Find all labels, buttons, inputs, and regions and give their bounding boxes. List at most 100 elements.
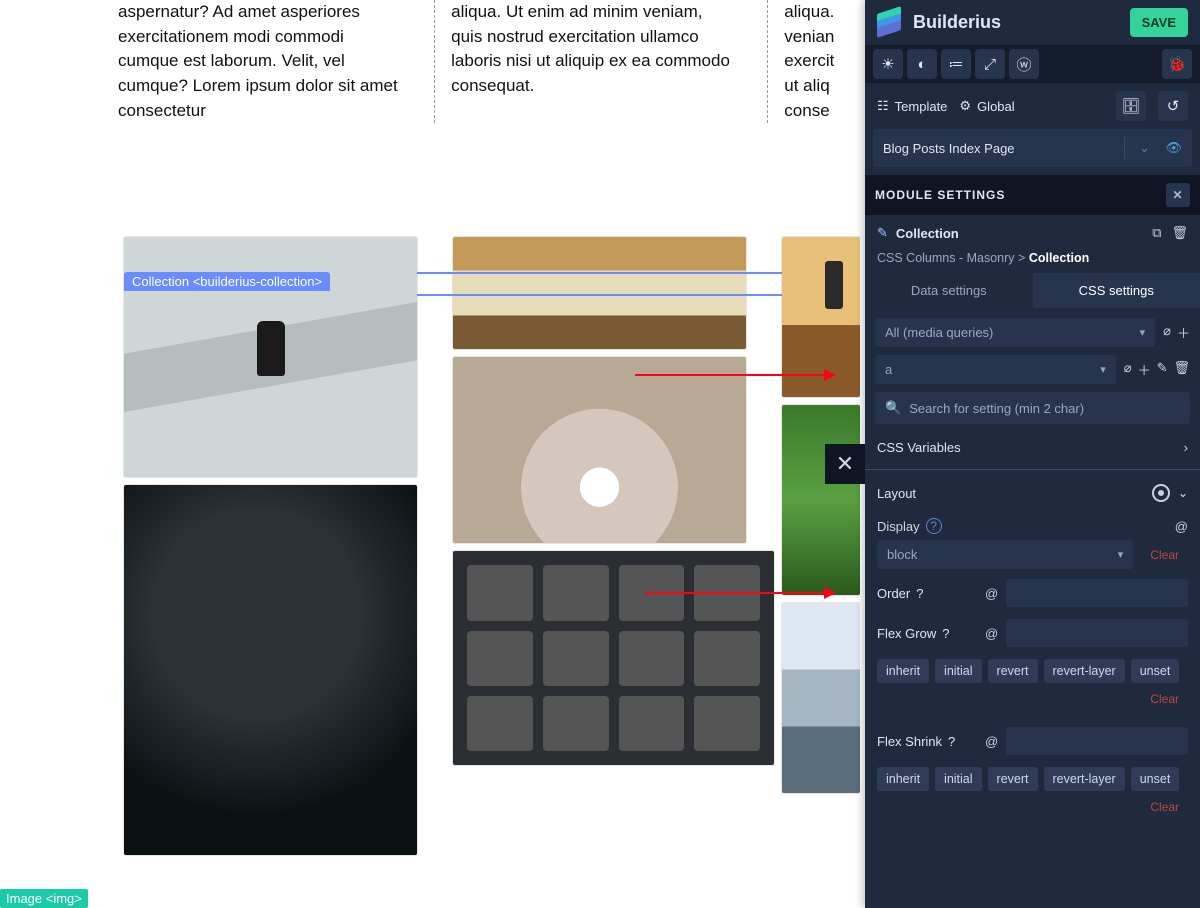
hover-tag-image[interactable]: Image <img> xyxy=(0,889,88,908)
gallery[interactable] xyxy=(0,237,860,855)
css-selector-select[interactable]: a ▾ xyxy=(875,355,1116,384)
wordpress-button[interactable]: ⓦ xyxy=(1009,49,1039,79)
template-icon: ☷ xyxy=(877,98,889,114)
group-layout[interactable]: Layout ⌄ xyxy=(865,472,1200,514)
at-icon[interactable]: @ xyxy=(985,586,998,601)
chip-revert-layer[interactable]: revert-layer xyxy=(1044,659,1125,683)
help-icon[interactable]: ? xyxy=(948,734,955,749)
reset-media-button[interactable]: ⌀ xyxy=(1163,323,1171,342)
prop-display-label: Display xyxy=(877,519,920,534)
module-settings-title: MODULE SETTINGS xyxy=(875,188,1005,202)
history-button[interactable]: ↺ xyxy=(1158,91,1188,121)
text-col-2: aliqua. Ut enim ad minim veniam, quis no… xyxy=(434,0,731,123)
prop-order: Order ? @ xyxy=(865,573,1200,613)
order-input[interactable] xyxy=(1006,579,1188,607)
sun-icon: ☀ xyxy=(881,55,894,73)
gallery-img-flatlay[interactable] xyxy=(453,551,774,765)
gallery-img-forest[interactable] xyxy=(782,405,860,595)
expand-button[interactable]: ⤢ xyxy=(975,49,1005,79)
setting-search-placeholder: Search for setting (min 2 char) xyxy=(909,401,1084,416)
align-button[interactable]: ≔ xyxy=(941,49,971,79)
brand-logo xyxy=(877,10,903,36)
at-icon[interactable]: @ xyxy=(985,734,998,749)
duplicate-button[interactable]: ⧉ xyxy=(1152,225,1161,241)
top-toolbar: ☀ ◐ ≔ ⤢ ⓦ 🐞 xyxy=(865,45,1200,83)
flex-shrink-input[interactable] xyxy=(1006,727,1188,755)
chip-revert-layer[interactable]: revert-layer xyxy=(1044,767,1125,791)
panel-collapse-button[interactable]: ✕ xyxy=(825,444,865,484)
group-css-variables[interactable]: CSS Variables › xyxy=(865,428,1200,467)
gallery-img-book[interactable] xyxy=(453,237,746,349)
chip-inherit[interactable]: inherit xyxy=(877,767,929,791)
selector-section: All (media queries) ▾ ⌀ ＋ a ▾ ⌀ ＋ ✎ 🗑 🔍 … xyxy=(865,308,1200,428)
settings-panel: Builderius SAVE ☀ ◐ ≔ ⤢ ⓦ 🐞 ☷ Template ⚙… xyxy=(865,0,1200,908)
save-button[interactable]: SAVE xyxy=(1130,8,1188,37)
add-selector-button[interactable]: ＋ xyxy=(1138,360,1151,379)
flex-grow-keyword-chips: inherit initial revert revert-layer unse… xyxy=(865,653,1200,685)
chip-revert[interactable]: revert xyxy=(988,767,1038,791)
display-select[interactable]: block ▾ xyxy=(877,540,1133,569)
scope-template[interactable]: ☷ Template xyxy=(877,98,947,114)
setting-search[interactable]: 🔍 Search for setting (min 2 char) xyxy=(875,392,1190,424)
help-icon[interactable]: ? xyxy=(942,626,949,641)
display-clear-button[interactable]: Clear xyxy=(1141,541,1188,569)
media-query-select[interactable]: All (media queries) ▾ xyxy=(875,318,1155,347)
chip-revert[interactable]: revert xyxy=(988,659,1038,683)
module-breadcrumb[interactable]: CSS Columns - Masonry > Collection xyxy=(865,251,1200,273)
at-icon[interactable]: @ xyxy=(985,626,998,641)
light-mode-button[interactable]: ☀ xyxy=(873,49,903,79)
prop-flex-shrink-label: Flex Shrink xyxy=(877,734,942,749)
display-value: block xyxy=(887,547,917,562)
scope-global-label: Global xyxy=(977,99,1015,114)
debug-button[interactable]: 🐞 xyxy=(1162,49,1192,79)
tab-css-settings[interactable]: CSS settings xyxy=(1033,273,1200,308)
contrast-button[interactable]: ◐ xyxy=(907,49,937,79)
canvas-preview[interactable]: aspernatur? Ad amet asperiores exercitat… xyxy=(0,0,860,908)
flex-grow-input[interactable] xyxy=(1006,619,1188,647)
help-icon[interactable]: ? xyxy=(916,586,923,601)
prop-order-label: Order xyxy=(877,586,910,601)
module-name: Collection xyxy=(896,226,959,241)
selection-tag[interactable]: Collection <builderius-collection> xyxy=(124,272,330,291)
breadcrumb-current: Collection xyxy=(1029,251,1089,265)
search-icon: 🔍 xyxy=(885,400,901,416)
chip-unset[interactable]: unset xyxy=(1131,767,1180,791)
bug-icon: 🐞 xyxy=(1168,55,1187,73)
at-icon[interactable]: @ xyxy=(1175,519,1188,534)
chip-initial[interactable]: initial xyxy=(935,767,982,791)
text-col-3: aliqua. venian exercit ut aliq conse xyxy=(767,0,860,123)
template-selector-label: Blog Posts Index Page xyxy=(883,141,1015,156)
gallery-col-2 xyxy=(453,237,746,855)
scope-bar: ☷ Template ⚙ Global 🗄 ↺ xyxy=(865,83,1200,129)
gallery-img-forks[interactable] xyxy=(124,485,417,855)
close-icon: ✕ xyxy=(836,451,854,477)
add-media-button[interactable]: ＋ xyxy=(1177,323,1190,342)
scope-global[interactable]: ⚙ Global xyxy=(959,98,1014,114)
pencil-icon[interactable]: ✎ xyxy=(877,225,888,241)
close-module-settings[interactable]: ✕ xyxy=(1166,183,1190,207)
template-selector[interactable]: Blog Posts Index Page ⌄ 👁 xyxy=(873,129,1192,167)
reset-selector-button[interactable]: ⌀ xyxy=(1124,360,1132,379)
chip-initial[interactable]: initial xyxy=(935,659,982,683)
edit-selector-button[interactable]: ✎ xyxy=(1157,360,1168,379)
breadcrumb-parent[interactable]: CSS Columns - Masonry xyxy=(877,251,1015,265)
database-button[interactable]: 🗄 xyxy=(1116,91,1146,121)
gallery-col-1 xyxy=(124,237,417,855)
chip-unset[interactable]: unset xyxy=(1131,659,1180,683)
gallery-img-mountain[interactable] xyxy=(782,603,860,793)
module-settings-header: MODULE SETTINGS ✕ xyxy=(865,175,1200,215)
flex-shrink-keyword-chips: inherit initial revert revert-layer unse… xyxy=(865,761,1200,793)
delete-module-button[interactable]: 🗑 xyxy=(1171,225,1188,241)
help-icon[interactable]: ? xyxy=(926,518,942,534)
delete-selector-button[interactable]: 🗑 xyxy=(1173,360,1190,379)
flex-shrink-clear-button[interactable]: Clear xyxy=(1141,793,1188,821)
tab-data-settings[interactable]: Data settings xyxy=(865,273,1033,308)
wordpress-icon: ⓦ xyxy=(1016,54,1031,75)
text-columns: aspernatur? Ad amet asperiores exercitat… xyxy=(0,0,860,123)
flex-grow-clear-button[interactable]: Clear xyxy=(1141,685,1188,713)
preview-eye-button[interactable]: 👁 xyxy=(1165,140,1182,156)
text-col-1-body: aspernatur? Ad amet asperiores exercitat… xyxy=(118,0,398,123)
gallery-img-trees[interactable] xyxy=(453,357,746,543)
module-title-row: ✎ Collection ⧉ 🗑 xyxy=(865,215,1200,251)
chip-inherit[interactable]: inherit xyxy=(877,659,929,683)
